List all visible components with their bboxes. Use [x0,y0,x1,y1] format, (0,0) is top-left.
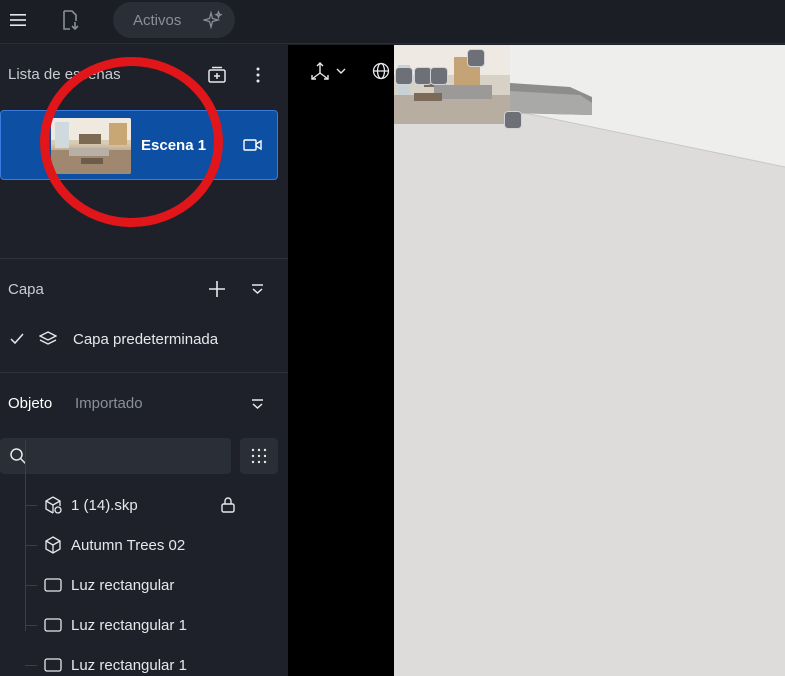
tree-branch [25,665,37,666]
tab-imported[interactable]: Importado [75,395,143,412]
scene-list-title: Lista de escenas [8,66,121,83]
collapse-objects-icon[interactable] [250,397,265,411]
camera-hotspot-icon[interactable] [504,111,522,129]
object-name: Autumn Trees 02 [71,537,186,554]
scene-item[interactable]: Escena 1 [0,110,278,180]
check-icon [10,333,24,345]
collapse-layers-icon[interactable] [250,282,265,296]
object-name: Luz rectangular [71,577,175,594]
grid-view-button[interactable] [240,438,278,474]
globe-icon[interactable] [372,62,390,80]
top-bar: Activos [0,0,785,44]
object-name: Luz rectangular 1 [71,657,187,674]
sofa-model [510,83,592,115]
layer-item[interactable]: Capa predeterminada [0,322,288,356]
layer-name: Capa predeterminada [73,331,219,348]
file-import-icon[interactable] [58,8,82,32]
sparkle-icon [203,10,223,30]
viewport-toolbar [288,45,394,676]
scene-name: Escena 1 [141,137,207,154]
cube-icon [45,536,61,554]
rect-light-icon [44,658,62,672]
add-scene-icon[interactable] [207,66,227,84]
object-name: 1 (14).skp [71,497,138,514]
object-name: Luz rectangular 1 [71,617,187,634]
layer-section-title: Capa [8,281,44,298]
divider [0,258,288,259]
rect-light-icon [44,578,62,592]
object-item[interactable]: Luz rectangular [0,566,288,602]
object-item[interactable]: Luz rectangular 1 [0,606,288,642]
grid-dots-icon [251,448,267,464]
3d-viewport[interactable] [394,45,785,676]
hamburger-menu-icon[interactable] [9,11,27,29]
rect-light-icon [44,618,62,632]
divider [0,372,288,373]
camera-hotspot-icon[interactable] [395,67,413,85]
model-import-icon [45,496,62,514]
tree-branch [25,545,37,546]
transform-axes-icon[interactable] [309,61,331,81]
object-search-input[interactable] [0,438,231,474]
layers-icon [39,331,57,345]
camera-hotspot-icon[interactable] [467,49,485,67]
object-item[interactable]: Autumn Trees 02 [0,526,288,562]
add-layer-icon[interactable] [208,280,226,298]
scene-thumbnail-image [51,118,131,174]
panorama-preview-image [394,45,510,124]
assets-label: Activos [133,12,182,29]
tab-object[interactable]: Objeto [8,395,52,412]
tree-branch [25,505,37,506]
object-item[interactable]: 1 (14).skp [0,486,288,522]
camera-hotspot-icon[interactable] [430,67,448,85]
tree-branch [25,625,37,626]
chevron-down-icon[interactable] [336,68,346,75]
room-walls [394,45,785,676]
more-options-icon[interactable] [249,66,267,84]
object-item[interactable]: Luz rectangular 1 [0,640,288,676]
tree-branch [25,585,37,586]
video-camera-icon[interactable] [243,137,263,153]
assets-button[interactable]: Activos [113,2,235,38]
lock-icon[interactable] [220,496,236,514]
